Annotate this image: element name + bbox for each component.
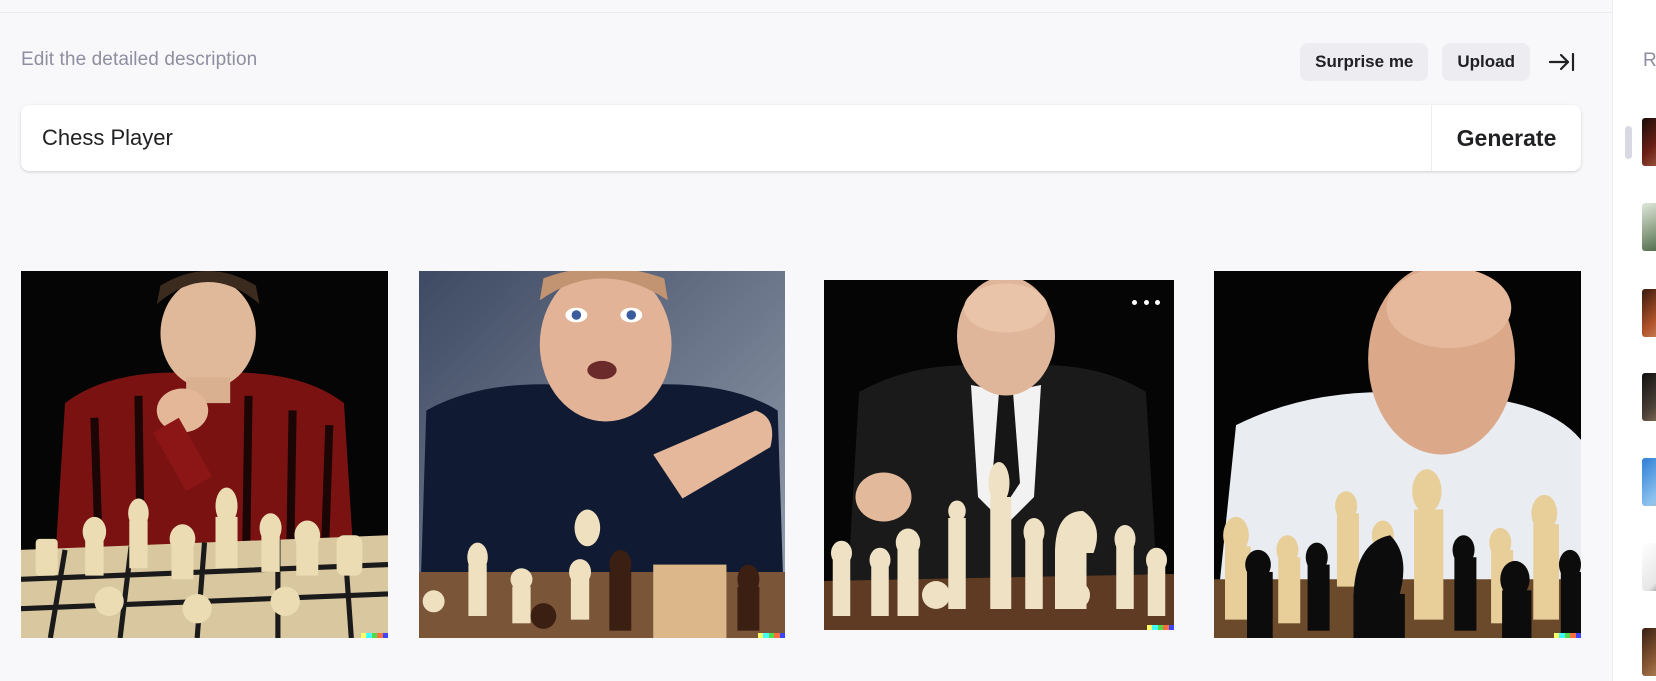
signature-strip: [1554, 633, 1581, 638]
main-panel: Edit the detailed description Surprise m…: [0, 0, 1612, 681]
signature-strip: [361, 633, 388, 638]
upload-button[interactable]: Upload: [1442, 43, 1530, 81]
history-thumbnail[interactable]: [1642, 543, 1656, 591]
history-label: R: [1643, 50, 1656, 71]
history-sidebar: R: [1612, 0, 1656, 681]
more-options-icon[interactable]: [1132, 294, 1160, 310]
result-image-1[interactable]: [21, 271, 388, 638]
prompt-bar: Generate: [21, 105, 1581, 171]
result-image-2[interactable]: [419, 271, 785, 638]
collapse-sidebar-button[interactable]: [1544, 44, 1580, 80]
history-thumbnail[interactable]: [1642, 628, 1656, 676]
history-thumbnail[interactable]: [1642, 373, 1656, 421]
arrow-to-right-icon: [1549, 52, 1575, 72]
top-actions: Surprise me Upload: [1300, 43, 1580, 81]
signature-strip: [1147, 625, 1174, 630]
history-thumbnail[interactable]: [1642, 458, 1656, 506]
generate-button[interactable]: Generate: [1431, 105, 1581, 171]
history-scrollbar[interactable]: [1625, 126, 1632, 159]
surprise-me-button[interactable]: Surprise me: [1300, 43, 1429, 81]
history-thumbnail[interactable]: [1642, 203, 1656, 251]
description-label: Edit the detailed description: [21, 49, 258, 70]
signature-strip: [758, 633, 785, 638]
prompt-input[interactable]: [21, 105, 1431, 171]
result-image-3[interactable]: [824, 280, 1174, 630]
history-thumbnail[interactable]: [1642, 289, 1656, 337]
result-image-4[interactable]: [1214, 271, 1581, 638]
history-thumbnail[interactable]: [1642, 118, 1656, 166]
